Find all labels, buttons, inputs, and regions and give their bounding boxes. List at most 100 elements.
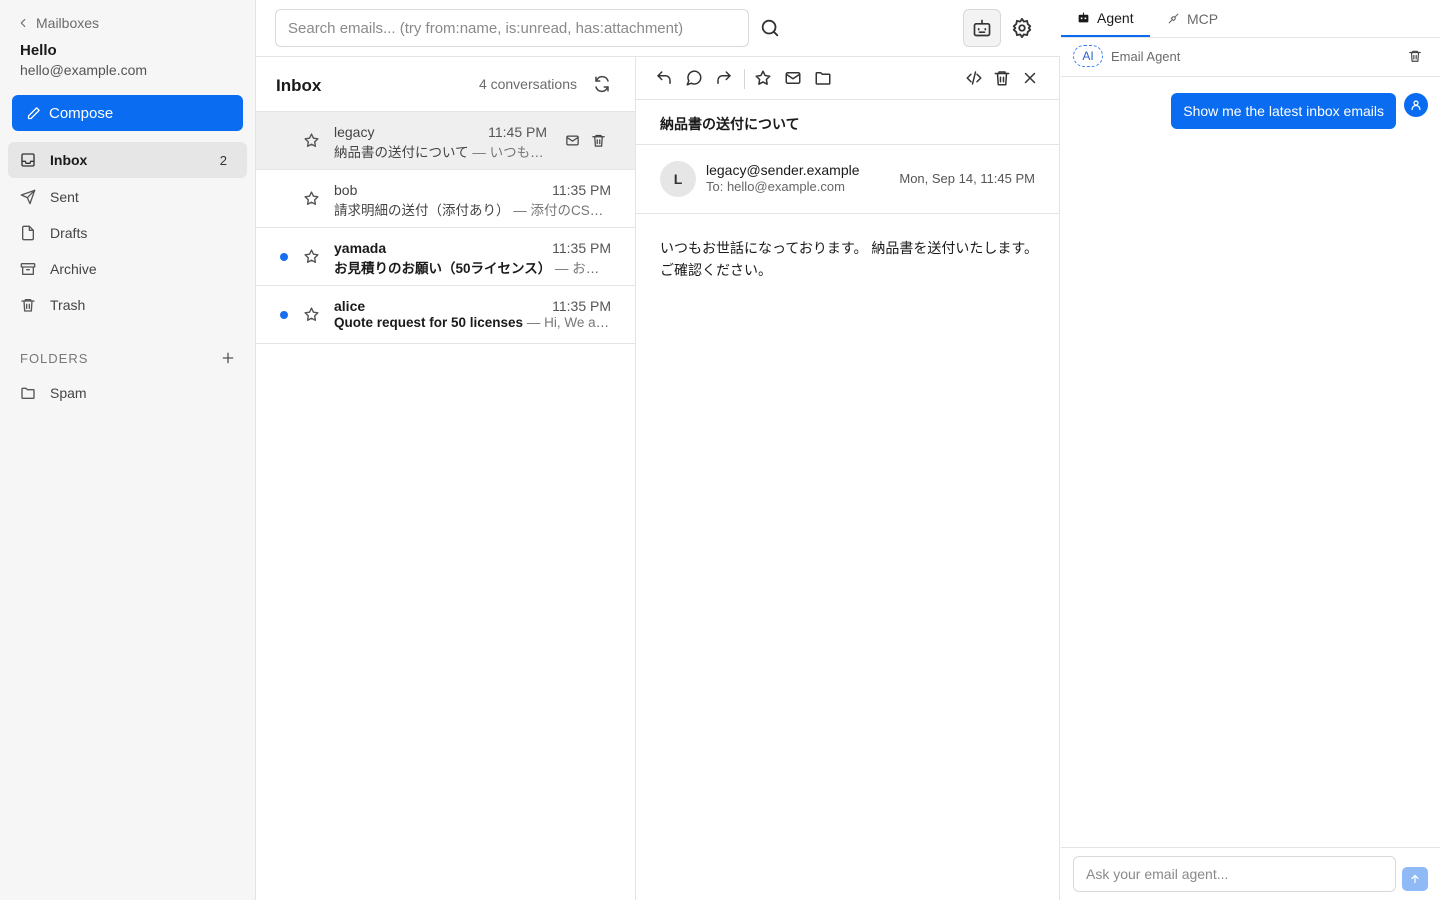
nav-label: Inbox [50,152,88,168]
agent-name: Email Agent [1111,49,1181,64]
nav-item-drafts[interactable]: Drafts [8,215,247,251]
nav-label: Sent [50,189,79,205]
clear-chat-trash-icon[interactable] [1408,49,1422,63]
sender-address: legacy@sender.example [706,162,860,178]
email-sender: bob [334,182,358,198]
nav-item-archive[interactable]: Archive [8,251,247,287]
nav-item-inbox[interactable]: Inbox 2 [8,142,247,178]
email-preview: — いつもお世話になっております。 納品書を送付いたします。 [472,145,545,160]
email-subject: お見積りのお願い（50ライセンス） [334,261,552,276]
star-icon[interactable] [303,306,320,323]
gear-icon[interactable] [1011,17,1033,39]
email-snippet: 納品書の送付について — いつもお世話になっております。 納品書を送付いたします… [334,141,545,161]
refresh-icon[interactable] [593,75,611,93]
email-row-alice[interactable]: alice 11:35 PM Quote request for 50 lice… [256,286,635,344]
message-body: いつもお世話になっております。 納品書を送付いたします。 ご確認ください。 [660,240,1038,278]
folders-label: FOLDERS [20,350,89,366]
email-time: 11:35 PM [552,298,611,314]
divider [636,144,1060,145]
sender-avatar: L [660,161,696,197]
unread-indicator [280,253,288,261]
user-icon [1410,99,1422,111]
nav-label: Drafts [50,225,88,241]
star-icon[interactable] [303,132,320,149]
file-icon [20,225,36,241]
email-subject: 請求明細の送付（添付あり） [334,203,510,218]
view-source-code-icon[interactable] [965,69,983,87]
bot-icon [1077,11,1090,24]
archive-icon [20,261,36,277]
email-row-yamada[interactable]: yamada 11:35 PM お見積りのお願い（50ライセンス） — お世話に… [256,228,635,286]
add-folder-plus-icon[interactable] [220,350,236,366]
delete-trash-icon[interactable] [591,133,606,148]
folders-header: FOLDERS [20,350,236,366]
divider [636,99,1060,100]
divider [1061,847,1440,848]
email-preview: — Hi, We are interested in 50 licenses. [526,315,611,330]
user-chat-message: Show me the latest inbox emails [1171,93,1396,129]
email-sender: legacy [334,124,375,140]
user-avatar [1404,93,1428,117]
toolbar-separator [744,69,745,89]
email-subject: Quote request for 50 licenses [334,315,524,330]
tab-label: MCP [1187,10,1219,27]
search-icon[interactable] [759,17,781,39]
star-icon[interactable] [303,190,320,207]
agent-panel: Agent MCP AI Email Agent Show me the lat… [1061,0,1440,900]
arrow-up-icon [1409,873,1421,885]
folder-item-spam[interactable]: Spam [8,375,247,411]
email-list-pane: Inbox 4 conversations legacy 11:45 PM 納品… [256,57,636,900]
mail-icon[interactable] [784,69,802,87]
compose-label: Compose [49,104,114,122]
email-snippet: お見積りのお願い（50ライセンス） — お世話になっております。 [334,257,611,277]
email-subject: 納品書の送付について [334,145,469,160]
agent-panel-toggle-button[interactable] [963,9,1001,47]
plug-icon [1167,12,1180,25]
email-row-bob[interactable]: bob 11:35 PM 請求明細の送付（添付あり） — 添付のCSVに請求明細… [256,170,635,228]
close-icon[interactable] [1021,69,1039,87]
email-preview: — 添付のCSVに請求明細を記載しております。 [513,203,611,218]
pencil-icon [26,106,41,121]
folder-icon [20,385,36,401]
divider [636,213,1060,214]
send-button[interactable] [1402,867,1428,891]
inbox-icon [20,152,36,168]
forward-icon[interactable] [715,69,733,87]
folder-label: Spam [50,385,87,401]
reply-icon[interactable] [655,69,673,87]
nav-item-trash[interactable]: Trash [8,287,247,323]
star-icon[interactable] [303,248,320,265]
bot-icon [972,18,992,38]
unread-count-badge: 2 [219,152,227,168]
tab-agent[interactable]: Agent [1061,0,1150,37]
back-to-mailboxes-link[interactable]: Mailboxes [16,14,99,32]
mark-unread-mail-icon[interactable] [565,133,580,148]
move-to-folder-icon[interactable] [814,69,832,87]
delete-trash-icon[interactable] [993,69,1011,87]
email-sender: alice [334,298,366,314]
search-input[interactable] [275,9,749,47]
compose-button[interactable]: Compose [12,95,243,131]
message-subject: 納品書の送付について [660,116,800,132]
account-name: Hello [20,42,57,59]
email-snippet: Quote request for 50 licenses — Hi, We a… [334,315,611,330]
message-date: Mon, Sep 14, 11:45 PM [899,171,1035,186]
email-sender: yamada [334,240,387,256]
email-snippet: 請求明細の送付（添付あり） — 添付のCSVに請求明細を記載しております。 [334,199,611,219]
sidebar: Mailboxes Hello hello@example.com Compos… [0,0,256,900]
nav-item-sent[interactable]: Sent [8,179,247,215]
tab-label: Agent [1097,9,1134,26]
nav-label: Archive [50,261,97,277]
unread-indicator [280,311,288,319]
agent-chat-input[interactable] [1073,856,1396,892]
tab-mcp[interactable]: MCP [1151,0,1234,37]
recipient-line: To: hello@example.com [706,179,845,194]
back-label: Mailboxes [36,15,100,31]
email-row-legacy[interactable]: legacy 11:45 PM 納品書の送付について — いつもお世話になってお… [256,112,635,170]
divider [1061,76,1440,77]
comment-icon[interactable] [685,69,703,87]
email-time: 11:35 PM [552,240,611,256]
chevron-left-icon [16,16,30,30]
star-icon[interactable] [754,69,772,87]
trash-icon [20,297,36,313]
